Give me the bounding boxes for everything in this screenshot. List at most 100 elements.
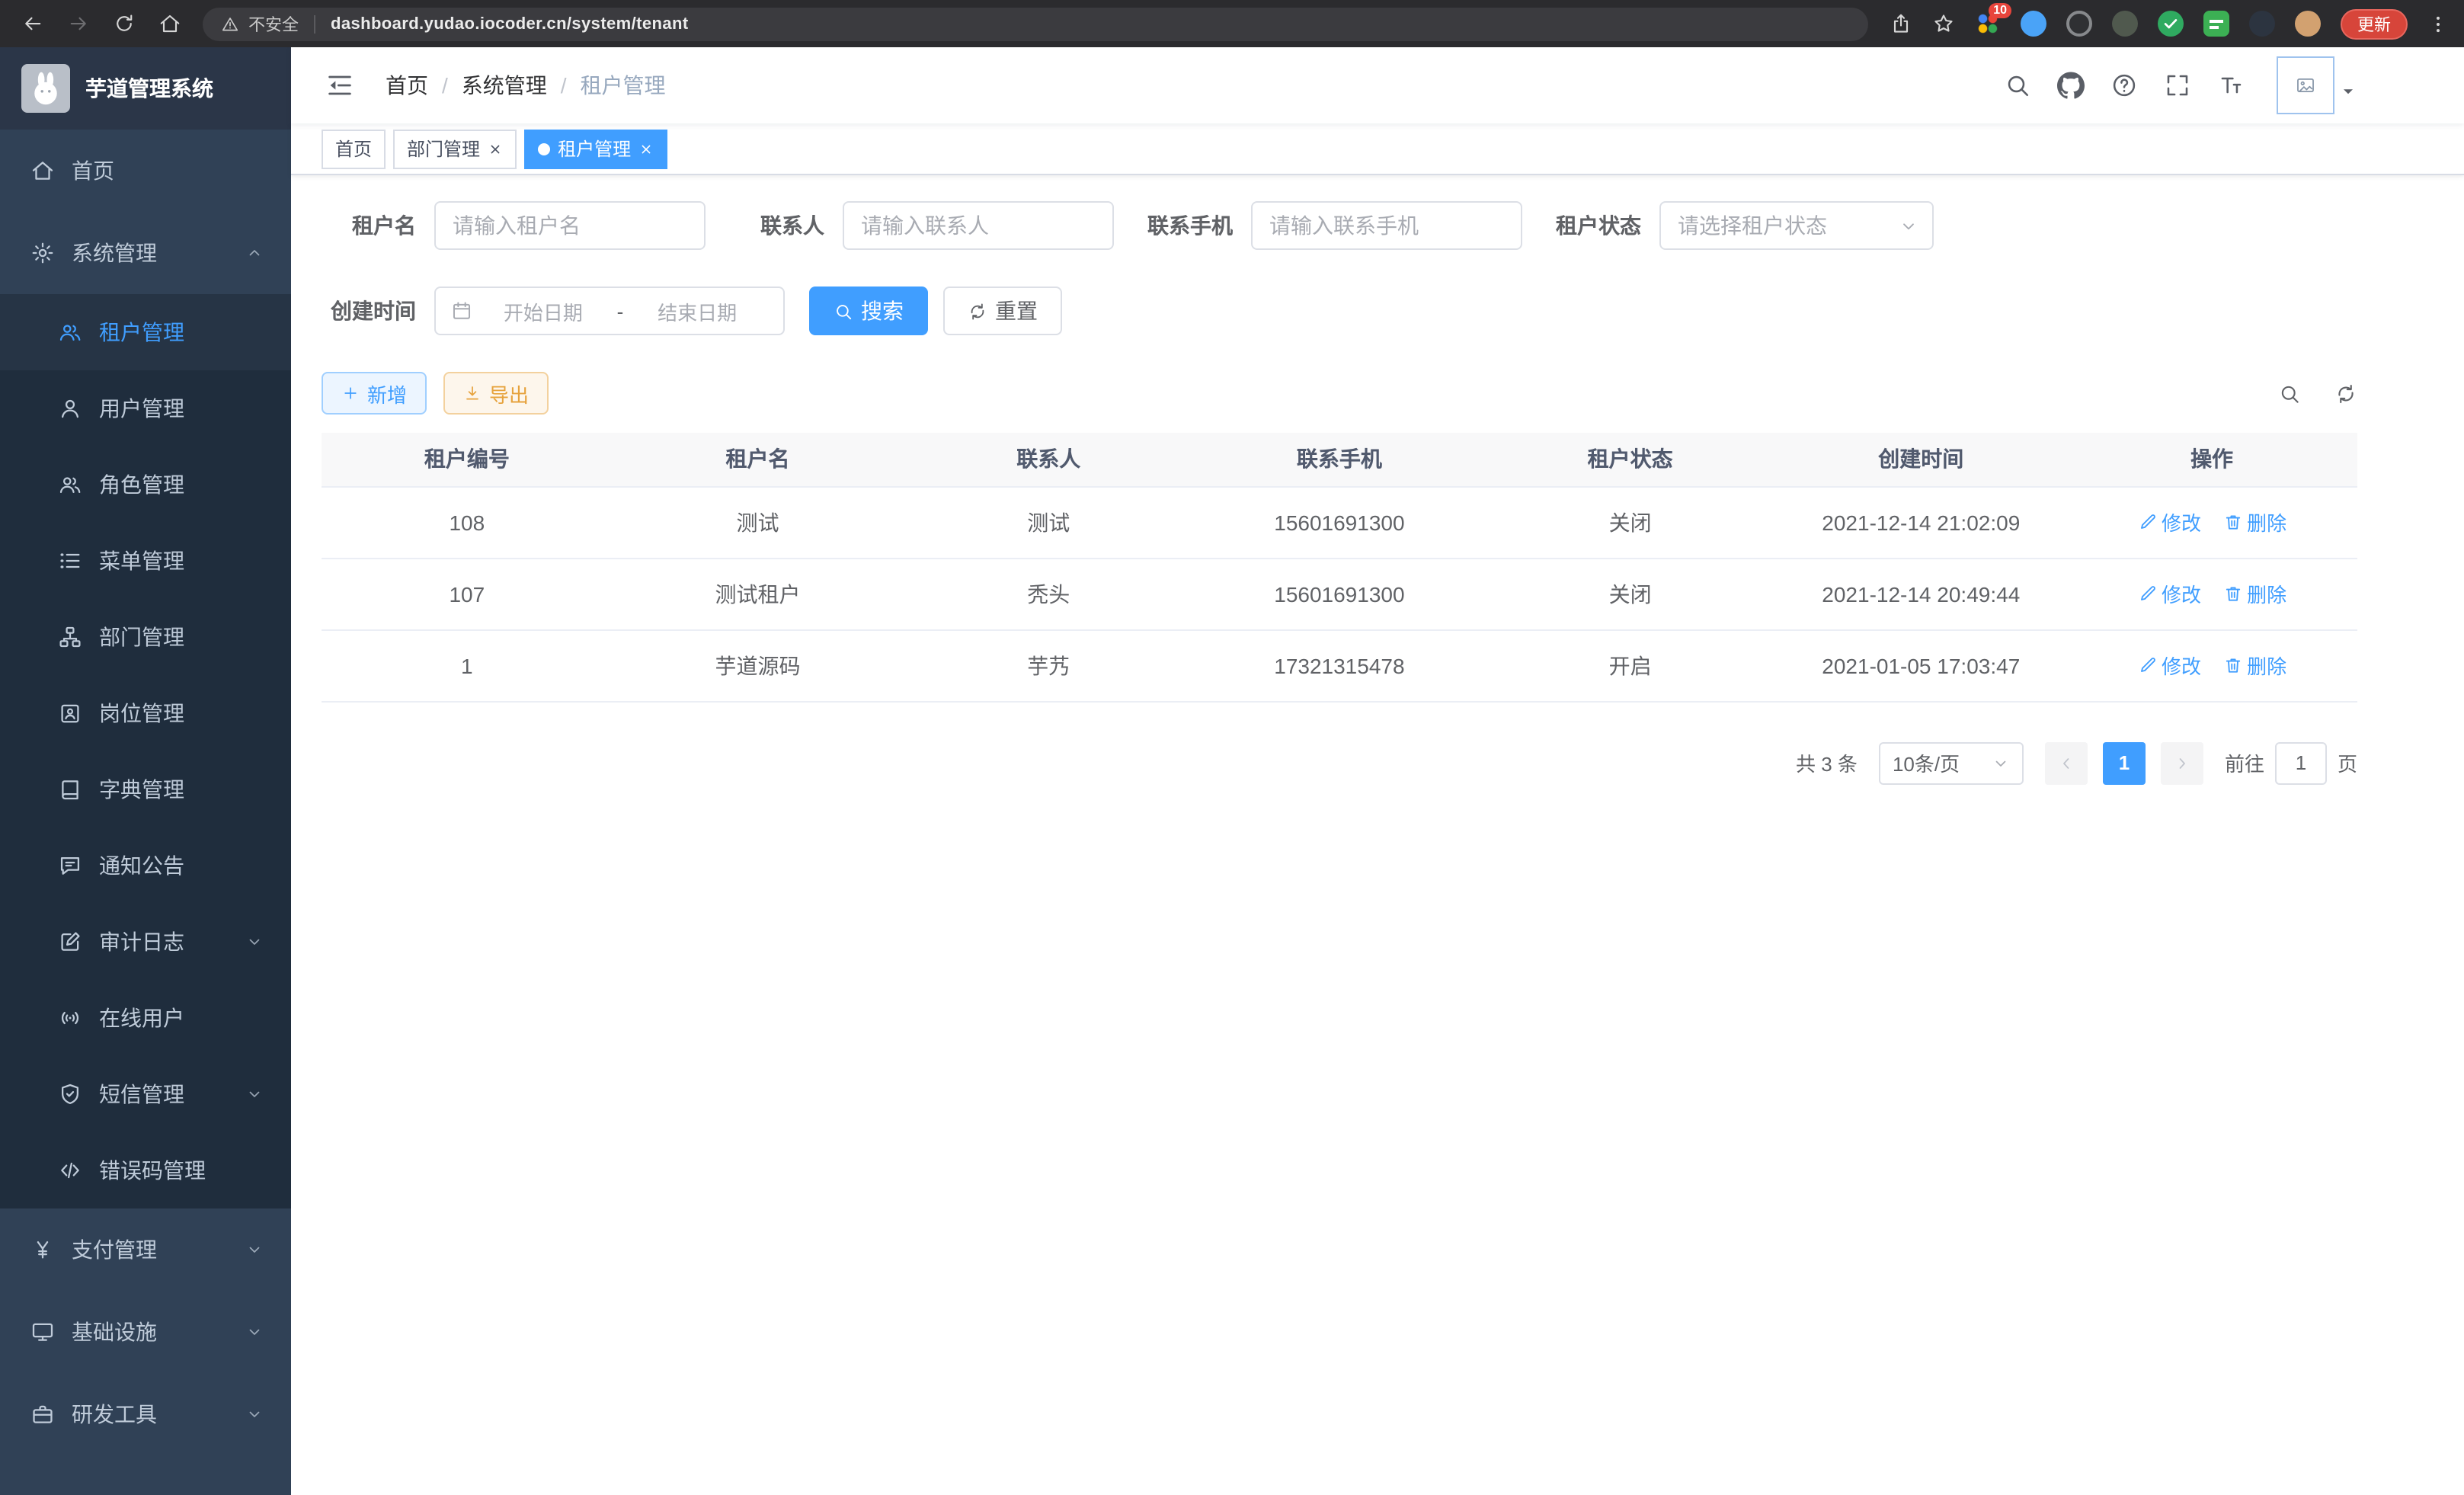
goto-page-input[interactable] [2275, 741, 2327, 784]
pencil-icon [2137, 512, 2157, 532]
tab-dept[interactable]: 部门管理 [393, 129, 517, 168]
refresh-icon [968, 301, 987, 321]
edit-link[interactable]: 修改 [2137, 579, 2201, 608]
extension-dark-icon[interactable] [2249, 11, 2275, 37]
extension-green-check-icon[interactable] [2158, 11, 2184, 37]
delete-link[interactable]: 删除 [2222, 507, 2286, 536]
sidebar-item-error-code[interactable]: 错误码管理 [0, 1132, 291, 1208]
date-start-placeholder: 开始日期 [472, 296, 614, 325]
refresh-table-icon[interactable] [2334, 382, 2357, 405]
edit-link[interactable]: 修改 [2137, 651, 2201, 680]
prev-page-button[interactable] [2045, 741, 2088, 784]
sidebar-collapse-button[interactable] [309, 70, 370, 101]
sidebar-item-online-user[interactable]: 在线用户 [0, 980, 291, 1056]
sidebar-item-infra[interactable]: 基础设施 [0, 1291, 291, 1373]
sidebar-item-payment[interactable]: 支付管理 [0, 1208, 291, 1291]
font-size-icon[interactable] [2217, 72, 2245, 99]
current-page-button[interactable]: 1 [2103, 741, 2146, 784]
tenant-status-select[interactable]: 请选择租户状态 [1659, 201, 1934, 250]
sidebar-item-system[interactable]: 系统管理 [0, 212, 291, 294]
sidebar-item-post[interactable]: 岗位管理 [0, 675, 291, 751]
reset-button[interactable]: 重置 [943, 287, 1062, 335]
breadcrumb-system[interactable]: 系统管理 [462, 70, 547, 101]
sidebar-item-dict[interactable]: 字典管理 [0, 751, 291, 828]
address-bar[interactable]: 不安全 dashboard.yudao.iocoder.cn/system/te… [203, 7, 1868, 40]
browser-profile-avatar[interactable] [2295, 11, 2321, 37]
create-time-range-picker[interactable]: 开始日期 - 结束日期 [434, 287, 785, 335]
download-icon [463, 384, 482, 402]
fullscreen-icon[interactable] [2164, 72, 2191, 99]
search-button[interactable]: 搜索 [809, 287, 928, 335]
github-icon[interactable] [2057, 72, 2085, 99]
header-search-icon[interactable] [2004, 72, 2031, 99]
tab-home[interactable]: 首页 [322, 129, 386, 168]
next-page-button[interactable] [2161, 741, 2203, 784]
browser-update-button[interactable]: 更新 [2341, 8, 2408, 39]
extension-colorful-icon[interactable]: 10 [1975, 11, 2001, 37]
breadcrumb-current: 租户管理 [581, 70, 666, 101]
help-icon[interactable] [2110, 72, 2138, 99]
sidebar-item-devtools[interactable]: 研发工具 [0, 1373, 291, 1455]
close-icon[interactable] [488, 141, 503, 156]
extension-chat-icon[interactable] [2203, 11, 2229, 37]
date-range-separator: - [614, 299, 627, 322]
edit-link[interactable]: 修改 [2137, 507, 2201, 536]
cell-actions: 修改 删除 [2066, 629, 2357, 701]
navbar-right-tools [2004, 56, 2357, 114]
sidebar-item-notice[interactable]: 通知公告 [0, 828, 291, 904]
browser-home-button[interactable] [158, 12, 181, 35]
filter-status: 租户状态 请选择租户状态 [1547, 201, 1934, 250]
page-size-select[interactable]: 10条/页 [1879, 741, 2024, 784]
cell-phone: 15601691300 [1194, 558, 1485, 629]
pagination: 共 3 条 10条/页 1 前往 页 [322, 741, 2357, 784]
phone-input[interactable] [1251, 201, 1522, 250]
filter-phone: 联系手机 [1138, 201, 1522, 250]
users-icon [58, 320, 82, 344]
extension-drop-icon[interactable] [2021, 11, 2046, 37]
cell-created-at: 2021-01-05 17:03:47 [1775, 629, 2066, 701]
bookmark-star-icon[interactable] [1932, 12, 1955, 35]
close-icon[interactable] [638, 141, 654, 156]
chevron-down-icon [245, 933, 264, 951]
filter-contact: 联系人 [730, 201, 1114, 250]
tenant-name-input[interactable] [434, 201, 706, 250]
contact-input[interactable] [843, 201, 1114, 250]
sidebar-item-dept[interactable]: 部门管理 [0, 599, 291, 675]
browser-menu-icon[interactable] [2427, 13, 2449, 34]
export-button[interactable]: 导出 [443, 372, 549, 415]
add-button[interactable]: 新增 [322, 372, 427, 415]
sidebar-menu: 首页 系统管理 租户管理 用户管理 [0, 130, 291, 1455]
sidebar-item-tenant[interactable]: 租户管理 [0, 294, 291, 370]
chevron-down-icon [245, 1085, 264, 1103]
goto-prefix: 前往 [2225, 748, 2264, 777]
extension-olive-icon[interactable] [2112, 11, 2138, 37]
toggle-search-icon[interactable] [2278, 382, 2301, 405]
sidebar-item-audit-log[interactable]: 审计日志 [0, 904, 291, 980]
user-avatar-dropdown[interactable] [2277, 56, 2357, 114]
sidebar-item-role[interactable]: 角色管理 [0, 447, 291, 523]
tab-tenant[interactable]: 租户管理 [524, 129, 667, 168]
chevron-down-icon [245, 1323, 264, 1341]
sidebar-item-sms[interactable]: 短信管理 [0, 1056, 291, 1132]
cell-created-at: 2021-12-14 21:02:09 [1775, 486, 2066, 558]
sidebar-item-home[interactable]: 首页 [0, 130, 291, 212]
sidebar-item-menu[interactable]: 菜单管理 [0, 523, 291, 599]
extension-ring-icon[interactable] [2066, 11, 2092, 37]
breadcrumb-home[interactable]: 首页 [386, 70, 428, 101]
browser-back-button[interactable] [21, 12, 44, 35]
code-icon [58, 1158, 82, 1183]
table-right-tools [2278, 382, 2357, 405]
delete-link[interactable]: 删除 [2222, 579, 2286, 608]
share-icon[interactable] [1890, 12, 1912, 35]
app-logo[interactable]: 芋道管理系统 [0, 47, 291, 130]
trash-icon [2222, 512, 2242, 532]
cell-phone: 17321315478 [1194, 629, 1485, 701]
cell-tenant-id: 1 [322, 629, 613, 701]
system-submenu: 租户管理 用户管理 角色管理 菜单管理 [0, 294, 291, 1208]
browser-forward-button[interactable] [67, 12, 90, 35]
main-panel: 首页 / 系统管理 / 租户管理 [291, 47, 2464, 1495]
delete-link[interactable]: 删除 [2222, 651, 2286, 680]
pagination-goto: 前往 页 [2225, 741, 2357, 784]
sidebar-item-user[interactable]: 用户管理 [0, 370, 291, 447]
browser-reload-button[interactable] [113, 12, 136, 35]
